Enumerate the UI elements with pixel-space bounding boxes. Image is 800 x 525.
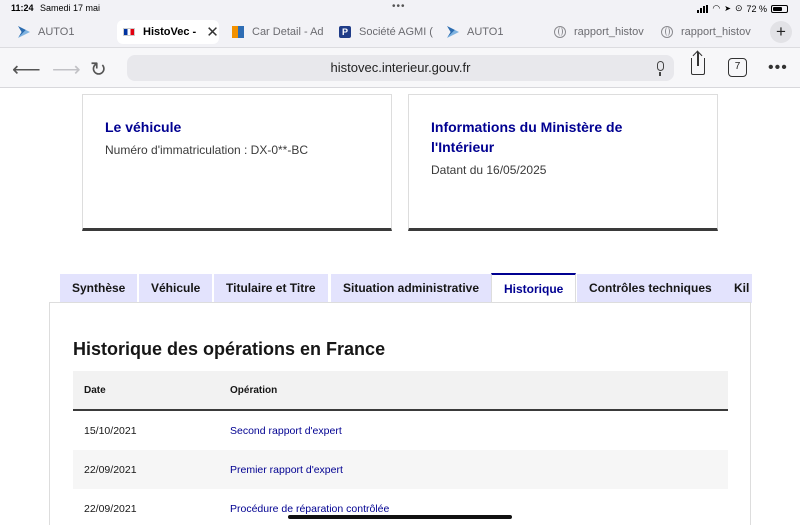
ministry-date: Datant du 16/05/2025: [431, 163, 547, 177]
p-icon: P: [339, 26, 351, 38]
tab-situation[interactable]: Situation administrative: [331, 274, 492, 303]
address-bar: ⟵ ⟶ ↻ histovec.interieur.gouv.fr 7 •••: [0, 48, 800, 88]
browser-tab-label: Société AGMI (: [359, 26, 433, 38]
browser-tab-label: rapport_histov: [574, 26, 644, 38]
share-icon[interactable]: [691, 52, 705, 75]
row-date: 15/10/2021: [84, 425, 137, 437]
auto1-icon: [447, 26, 459, 38]
more-options-icon[interactable]: •••: [768, 59, 788, 77]
history-panel: Historique des opérations en France Date…: [49, 302, 751, 525]
status-date: Samedi 17 mai: [40, 3, 101, 13]
microphone-icon[interactable]: [657, 61, 664, 76]
wifi-icon: ◠: [712, 3, 721, 13]
row-date: 22/09/2021: [84, 503, 137, 515]
tab-controles[interactable]: Contrôles techniques: [577, 274, 724, 303]
auto1-icon: [18, 26, 30, 38]
table-row: 22/09/2021 Premier rapport d'expert: [73, 450, 728, 489]
content-tabs: Synthèse Véhicule Titulaire et Titre Sit…: [60, 273, 752, 303]
operation-link[interactable]: Procédure de réparation contrôlée: [230, 503, 389, 515]
reload-icon[interactable]: ↻: [90, 57, 107, 82]
browser-tab-car-detail[interactable]: Car Detail - Ad: [232, 20, 328, 44]
table-row: 15/10/2021 Second rapport d'expert: [73, 411, 728, 450]
browser-tab-auto1-2[interactable]: AUTO1: [447, 20, 543, 44]
close-tab-icon[interactable]: ✕: [206, 23, 219, 41]
browser-tab-label: AUTO1: [38, 26, 75, 38]
browser-tab-agmi[interactable]: P Société AGMI (: [339, 20, 435, 44]
browser-tab-label: rapport_histov: [681, 26, 751, 38]
tab-vehicule[interactable]: Véhicule: [139, 274, 213, 303]
plus-icon: +: [776, 22, 786, 41]
browser-tab-bar: AUTO1 HistoVec - ✕ Car Detail - Ad P Soc…: [0, 16, 800, 48]
browser-tab-label: AUTO1: [467, 26, 504, 38]
battery-percent: 72 %: [746, 3, 767, 14]
car-detail-icon: [232, 26, 244, 38]
forward-arrow-icon[interactable]: ⟶: [52, 57, 81, 82]
table-row: 22/09/2021 Procédure de réparation contr…: [73, 489, 728, 525]
ministry-title-line1: Informations du Ministère de: [431, 119, 623, 135]
ministry-title-line2: l'Intérieur: [431, 139, 495, 155]
browser-tab-rapport-1[interactable]: rapport_histov: [554, 20, 650, 44]
tab-historique[interactable]: Historique: [491, 273, 577, 303]
new-tab-button[interactable]: +: [770, 21, 792, 43]
tab-kilometrage[interactable]: Kil: [722, 274, 752, 303]
operation-link[interactable]: Premier rapport d'expert: [230, 464, 343, 476]
registration-number: Numéro d'immatriculation : DX-0**-BC: [105, 143, 309, 157]
location-icon: ➤: [724, 4, 731, 13]
tab-titulaire[interactable]: Titulaire et Titre: [214, 274, 328, 303]
ministry-card-title: Informations du Ministère de l'Intérieur: [431, 117, 695, 157]
row-date: 22/09/2021: [84, 464, 137, 476]
browser-tab-rapport-2[interactable]: rapport_histov: [661, 20, 754, 44]
url-field[interactable]: histovec.interieur.gouv.fr: [127, 55, 674, 81]
vehicle-card-title: Le véhicule: [105, 119, 182, 135]
status-bar: 11:24 Samedi 17 mai ••• ◠ ➤ ⊙ 72 %: [0, 0, 800, 16]
multitask-dots-icon[interactable]: •••: [392, 1, 406, 12]
column-header-date: Date: [84, 385, 106, 396]
url-text: histovec.interieur.gouv.fr: [330, 60, 471, 75]
back-arrow-icon[interactable]: ⟵: [12, 57, 41, 82]
column-header-operation: Opération: [230, 385, 278, 396]
battery-icon: [771, 4, 788, 13]
globe-icon: [661, 26, 673, 38]
table-header: Date Opération: [73, 371, 728, 411]
tab-synthese[interactable]: Synthèse: [60, 274, 138, 303]
tab-overview-button[interactable]: 7: [728, 58, 747, 77]
orientation-lock-icon: ⊙: [734, 3, 743, 13]
cellular-signal-icon: [697, 4, 709, 13]
browser-tab-label: HistoVec -: [143, 26, 197, 38]
globe-icon: [554, 26, 566, 38]
history-table: Date Opération 15/10/2021 Second rapport…: [73, 371, 728, 525]
page-content: Le véhicule Numéro d'immatriculation : D…: [0, 88, 800, 525]
browser-tab-histovec[interactable]: HistoVec - ✕: [117, 20, 219, 44]
history-heading: Historique des opérations en France: [73, 339, 386, 359]
browser-tab-auto1[interactable]: AUTO1: [18, 20, 108, 44]
french-flag-icon: [123, 28, 135, 36]
vehicle-card: Le véhicule Numéro d'immatriculation : D…: [82, 94, 392, 231]
status-time: 11:24: [11, 3, 34, 13]
browser-tab-label: Car Detail - Ad: [252, 26, 324, 38]
status-indicators: ◠ ➤ ⊙ 72 %: [697, 3, 788, 14]
ministry-card: Informations du Ministère de l'Intérieur…: [408, 94, 718, 231]
operation-link[interactable]: Second rapport d'expert: [230, 425, 342, 437]
home-indicator[interactable]: [288, 515, 512, 519]
